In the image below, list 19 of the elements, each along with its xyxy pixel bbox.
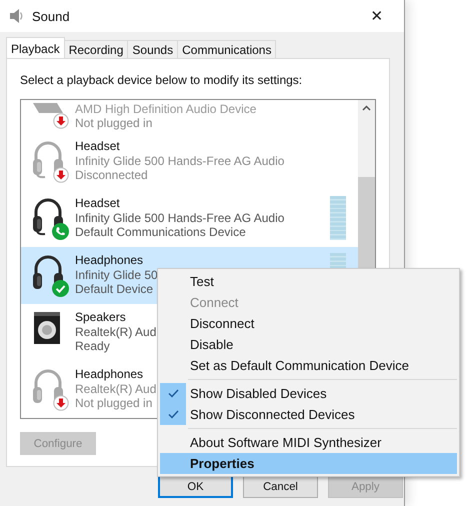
device-status: Ready xyxy=(75,339,110,354)
device-description: Infinity Glide 500 Hands-Free AG Audio xyxy=(75,154,284,168)
device-name: Headphones xyxy=(75,367,144,382)
device-status: Disconnected xyxy=(75,168,148,183)
device-name: AMD High Definition Audio Device xyxy=(75,102,256,116)
device-description: Realtek(R) Aud xyxy=(75,324,156,340)
device-status: Default Device xyxy=(75,282,154,297)
device-status: Not plugged in xyxy=(75,396,152,411)
device-description: Infinity Glide 500 Hands-Free AG Audio xyxy=(75,210,284,226)
instruction-text: Select a playback device below to modify its settings: xyxy=(20,73,304,87)
device-status: Not plugged in xyxy=(75,116,152,130)
device-name: Headset xyxy=(75,139,120,154)
device-name: Headphones xyxy=(75,253,144,268)
device-name: Headset xyxy=(75,196,120,211)
device-status: Default Communications Device xyxy=(75,225,246,240)
device-description: Realtek(R) Aud xyxy=(75,382,156,396)
device-name: Speakers xyxy=(75,310,126,325)
window-title: Sound xyxy=(32,8,71,24)
device-description: Infinity Glide 50 xyxy=(75,268,158,282)
